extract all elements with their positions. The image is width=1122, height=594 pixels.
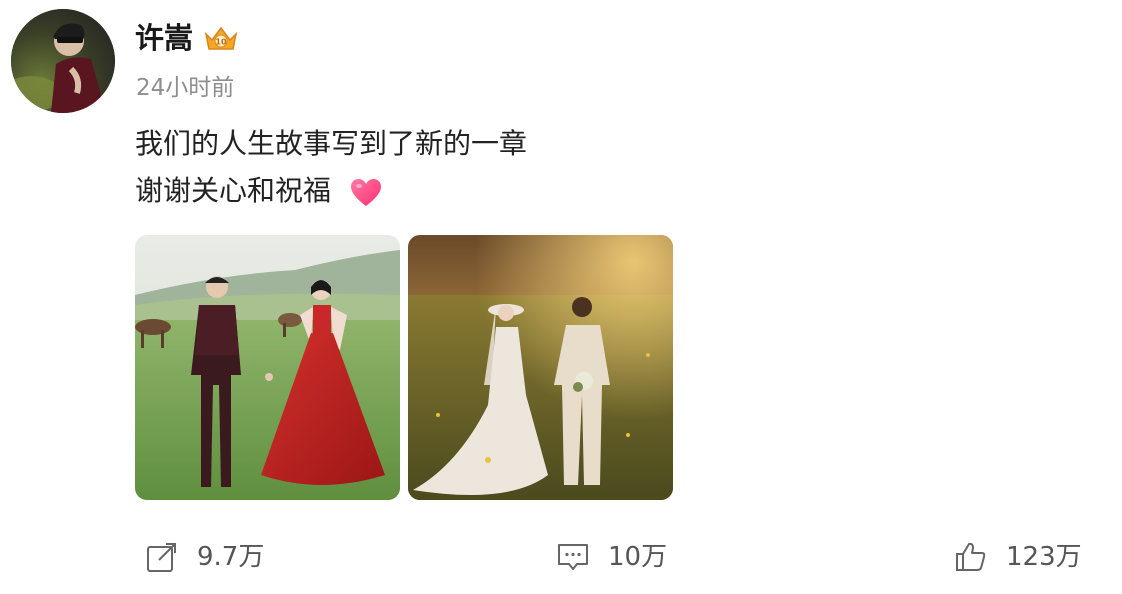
post-text-line-1: 我们的人生故事写到了新的一章: [135, 127, 528, 160]
like-count: 123万: [1006, 542, 1082, 572]
comment-count: 10万: [608, 542, 668, 572]
like-button[interactable]: 123万: [954, 537, 1082, 577]
author-avatar[interactable]: [11, 9, 115, 113]
vip-crown-badge-icon[interactable]: 10: [202, 24, 240, 54]
comment-button[interactable]: 10万: [556, 537, 667, 577]
repost-icon: [147, 543, 176, 572]
thumbs-up-icon: [956, 542, 986, 571]
pink-heart-icon: [350, 178, 382, 208]
repost-count: 9.7万: [197, 542, 265, 572]
post-timestamp[interactable]: 24小时前: [136, 72, 234, 104]
post-image-1[interactable]: [135, 235, 400, 500]
post-text-line-2: 谢谢关心和祝福: [135, 174, 332, 207]
svg-text:10: 10: [215, 38, 227, 47]
author-name[interactable]: 许嵩: [135, 18, 193, 58]
comment-icon: [558, 544, 588, 570]
post-image-2[interactable]: [408, 235, 673, 500]
repost-button[interactable]: 9.7万: [145, 537, 264, 577]
